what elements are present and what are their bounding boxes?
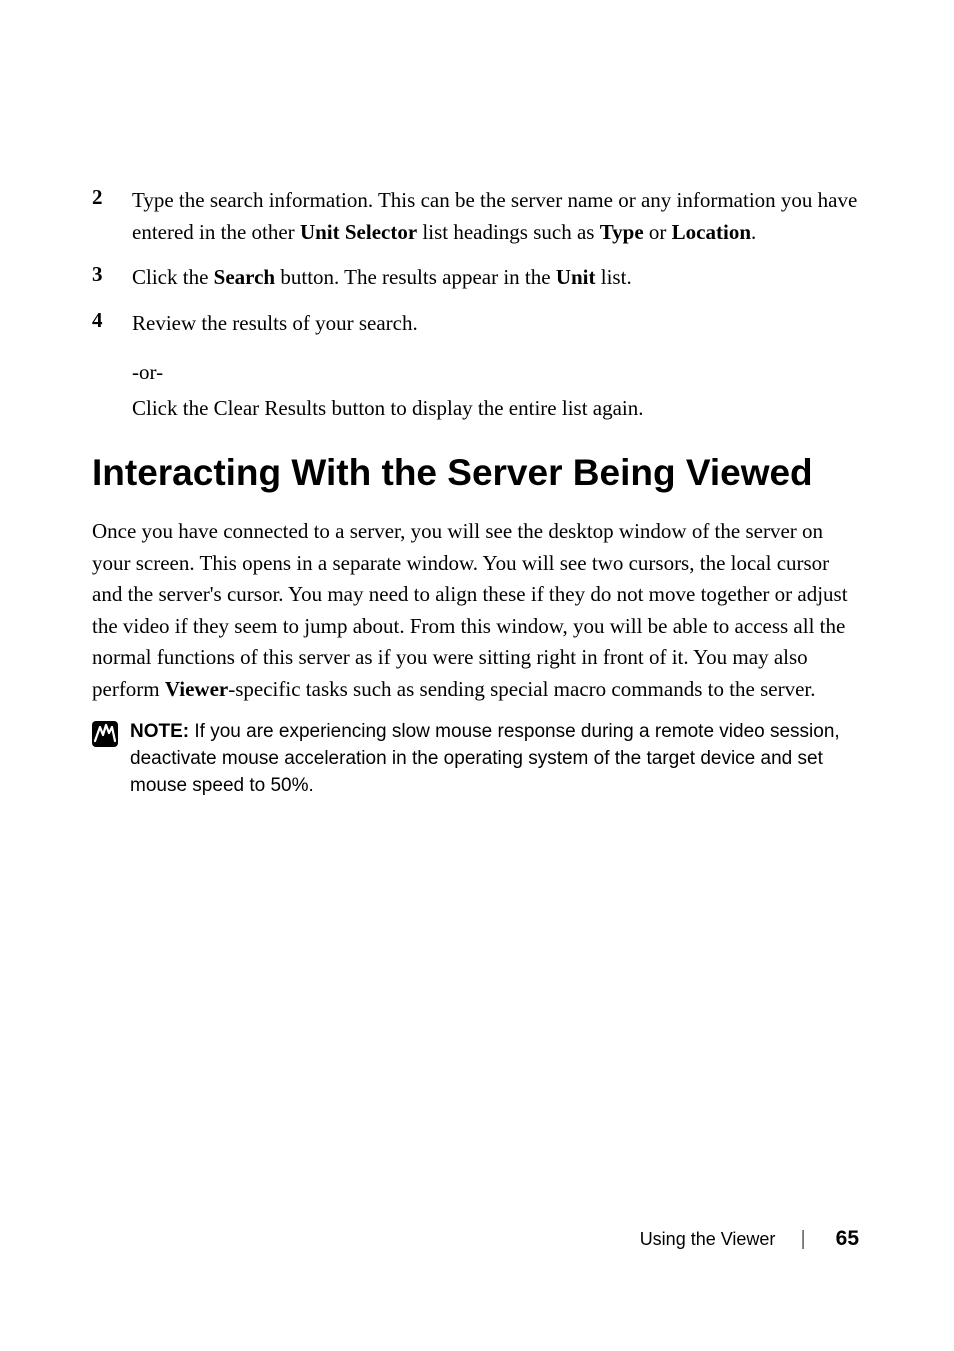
step-number-3: 3 xyxy=(92,262,132,294)
body-paragraph: Once you have connected to a server, you… xyxy=(92,516,859,705)
footer-page-number: 65 xyxy=(836,1227,859,1251)
note-text: NOTE: If you are experiencing slow mouse… xyxy=(130,719,859,799)
step-number-4: 4 xyxy=(92,308,132,340)
footer-divider: | xyxy=(800,1228,835,1251)
step-3: 3 Click the Search button. The results a… xyxy=(92,262,859,294)
note-block: NOTE: If you are experiencing slow mouse… xyxy=(92,719,859,799)
page-footer: Using the Viewer | 65 xyxy=(640,1227,859,1251)
step-number-2: 2 xyxy=(92,185,132,248)
step-2: 2 Type the search information. This can … xyxy=(92,185,859,248)
step-text-3: Click the Search button. The results app… xyxy=(132,262,859,294)
step-4-or: -or- xyxy=(132,353,859,393)
step-text-4: Review the results of your search. xyxy=(132,308,859,340)
step-4-subtext: Click the Clear Results button to displa… xyxy=(132,393,859,425)
page-content: 2 Type the search information. This can … xyxy=(0,0,954,799)
section-heading: Interacting With the Server Being Viewed xyxy=(92,452,859,494)
step-text-2: Type the search information. This can be… xyxy=(132,185,859,248)
step-4: 4 Review the results of your search. xyxy=(92,308,859,340)
footer-section-title: Using the Viewer xyxy=(640,1229,801,1250)
note-icon xyxy=(92,721,118,747)
